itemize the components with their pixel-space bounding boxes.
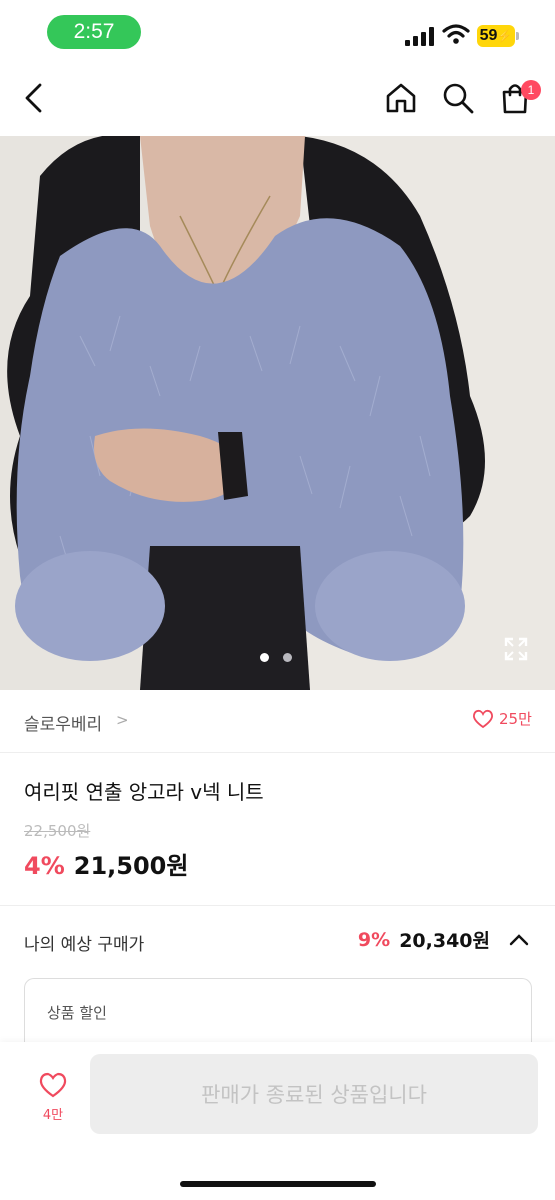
search-button[interactable] [438, 78, 478, 118]
battery-indicator: 59 ⚡ [477, 25, 515, 47]
cellular-signal-icon [405, 26, 435, 46]
battery-level: 59 [479, 27, 498, 44]
sold-out-button[interactable]: 판매가 종료된 상품입니다 [90, 1054, 538, 1134]
product-image[interactable] [0, 136, 555, 690]
home-indicator [180, 1181, 376, 1187]
brand-row: 슬로우베리 > 25만 [0, 690, 555, 753]
estimated-price: 20,340원 [399, 930, 490, 952]
cart-count-badge: 1 [521, 80, 541, 100]
estimated-discount-percent: 9% [357, 928, 391, 951]
chevron-left-icon [25, 83, 42, 113]
status-bar: 2:57 59 ⚡ [0, 0, 555, 64]
bottom-action-bar: 4만 판매가 종료된 상품입니다 [0, 1042, 555, 1200]
wishlist-button[interactable]: 4만 [34, 1072, 72, 1123]
original-price: 22,500원 [24, 822, 91, 840]
top-nav [0, 64, 555, 136]
battery-tip [516, 32, 519, 40]
chevron-right-icon: > [116, 711, 129, 729]
gallery-pagination [260, 653, 292, 662]
heart-icon [473, 709, 493, 728]
product-title: 여리핏 연출 앙고라 v넥 니트 [24, 780, 264, 804]
pagination-dot-active[interactable] [260, 653, 269, 662]
search-icon [443, 83, 474, 114]
back-button[interactable] [14, 78, 54, 118]
estimated-price-label: 나의 예상 구매가 [24, 935, 145, 955]
wishlist-count: 4만 [42, 1108, 64, 1123]
discount-percent: 4% [24, 852, 65, 880]
home-icon [386, 83, 416, 113]
heart-icon [39, 1072, 67, 1098]
discount-box-label: 상품 할인 [47, 1004, 107, 1022]
price-row: 4% 21,500원 [24, 846, 188, 881]
pagination-dot[interactable] [283, 653, 292, 662]
wifi-icon [442, 24, 470, 44]
estimated-price-toggle[interactable]: 9% 20,340원 [358, 926, 531, 953]
brand-like-button[interactable]: 25만 [472, 708, 532, 729]
home-button[interactable] [381, 78, 421, 118]
chevron-up-icon [509, 933, 529, 945]
brand-like-count: 25만 [499, 710, 532, 728]
product-photo-illustration [0, 136, 555, 690]
expand-icon[interactable] [503, 636, 529, 662]
section-divider [0, 905, 555, 906]
status-time: 2:57 [47, 15, 141, 49]
brand-name-link[interactable]: 슬로우베리 [24, 710, 102, 735]
sale-price: 21,500원 [73, 852, 189, 880]
